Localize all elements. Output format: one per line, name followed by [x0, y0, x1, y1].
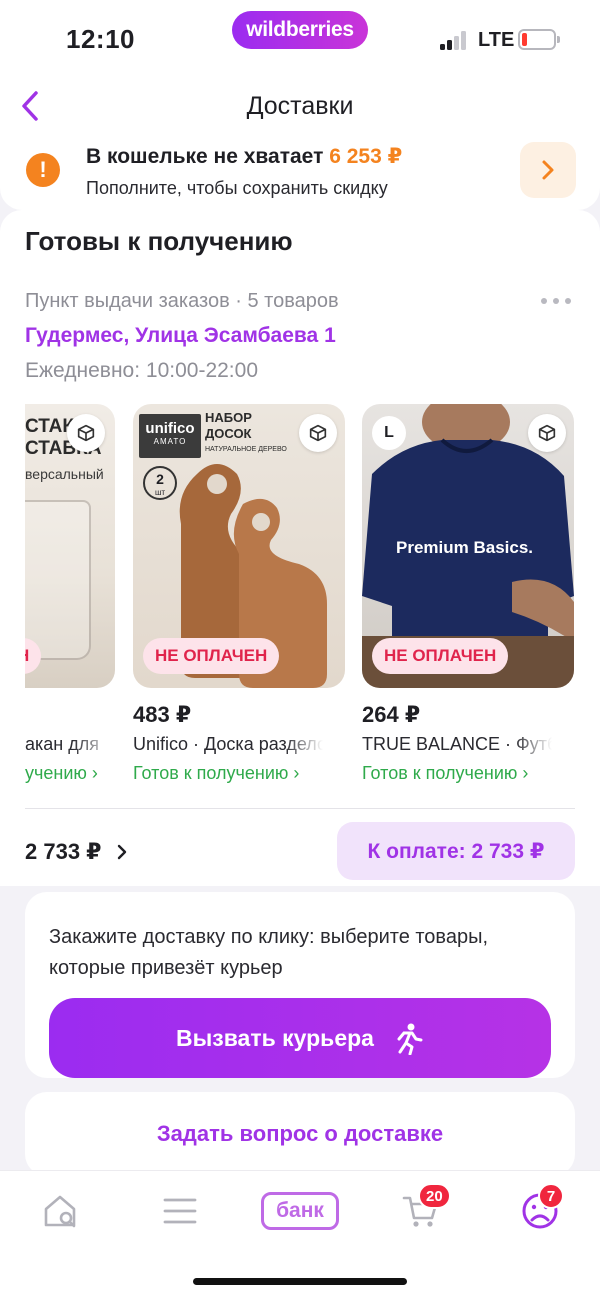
tab-bank[interactable]: банк — [260, 1187, 340, 1235]
glass-shape — [25, 500, 91, 660]
section-title: Готовы к получению — [25, 226, 293, 256]
cart-count-badge: 20 — [418, 1183, 451, 1209]
brand-logo: wildberries — [232, 11, 368, 49]
tab-catalog[interactable] — [150, 1187, 210, 1235]
menu-icon — [163, 1198, 197, 1224]
nav-bar: Доставки — [0, 80, 600, 132]
status-time: 12:10 — [66, 24, 135, 54]
box-return-icon — [77, 424, 95, 442]
return-badge[interactable] — [67, 414, 105, 452]
bank-label: банк — [261, 1192, 339, 1230]
profile-count-badge: 7 — [538, 1183, 564, 1209]
total-row[interactable]: 2 733 ₽ — [25, 839, 127, 865]
pickup-hours: Ежедневно: 10:00-22:00 — [25, 359, 258, 382]
return-badge[interactable] — [299, 414, 337, 452]
warning-icon: ! — [26, 153, 60, 187]
product-image[interactable]: СТАК СТАВКА версальный Н — [25, 404, 115, 688]
home-indicator[interactable] — [193, 1278, 407, 1285]
signal-icon — [440, 30, 470, 50]
wallet-alert-subtitle: Пополните, чтобы сохранить скидку — [86, 178, 388, 198]
tab-home[interactable] — [30, 1187, 90, 1235]
call-courier-label: Вызвать курьера — [176, 1024, 374, 1051]
home-search-icon — [44, 1195, 76, 1228]
dot-icon — [541, 298, 547, 304]
box-return-icon — [309, 424, 327, 442]
courier-card: Закажите доставку по клику: выберите тов… — [25, 892, 575, 1078]
product-image-title: Premium Basics. — [396, 538, 534, 557]
product-name: TRUE BALANCE · Футболка — [362, 734, 552, 754]
product-image[interactable]: unifico AMATO НАБОР ДОСОК НАТУРАЛЬНОЕ ДЕ… — [133, 404, 345, 688]
wallet-alert-amount: 6 253 ₽ — [329, 145, 403, 168]
image-text: версальный — [25, 466, 104, 482]
wallet-alert-title: В кошельке не хватает 6 253 ₽ — [86, 144, 402, 169]
chevron-right-icon — [542, 160, 554, 180]
battery-icon — [518, 29, 560, 50]
divider — [25, 808, 575, 809]
more-options-button[interactable] — [536, 292, 576, 310]
product-status[interactable]: Готов к получению › — [133, 763, 345, 784]
chevron-right-icon — [118, 844, 127, 860]
dot-icon — [565, 298, 571, 304]
total-amount: 2 733 ₽ — [25, 839, 102, 864]
product-card[interactable]: unifico AMATO НАБОР ДОСОК НАТУРАЛЬНОЕ ДЕ… — [133, 404, 345, 784]
product-card[interactable]: Premium Basics. L НЕ ОПЛАЧЕН 264 ₽ TRUE … — [362, 404, 574, 784]
product-name: Unifico · Доска разделочная — [133, 734, 323, 754]
return-badge[interactable] — [528, 414, 566, 452]
product-status: учению › — [25, 763, 98, 783]
tab-profile[interactable]: 7 — [510, 1183, 570, 1235]
box-return-icon — [538, 424, 556, 442]
product-price: 483 ₽ — [133, 702, 192, 727]
product-price: 264 ₽ — [362, 702, 421, 727]
network-type: LTE — [478, 29, 515, 51]
product-name: акан для — [25, 734, 99, 754]
ask-delivery-question-button[interactable]: Задать вопрос о доставке — [25, 1092, 575, 1176]
pickup-address[interactable]: Гудермес, Улица Эсамбаева 1 — [25, 324, 336, 348]
pickup-meta: Пункт выдачи заказов · 5 товаров — [25, 290, 339, 312]
size-badge: L — [372, 416, 406, 450]
unpaid-badge: НЕ ОПЛАЧЕН — [143, 638, 280, 674]
product-image[interactable]: Premium Basics. L НЕ ОПЛАЧЕН — [362, 404, 574, 688]
page-title: Доставки — [246, 92, 354, 120]
unpaid-badge: НЕ ОПЛАЧЕН — [372, 638, 509, 674]
tab-cart[interactable]: 20 — [390, 1183, 451, 1235]
wallet-topup-button[interactable] — [520, 142, 576, 198]
product-status[interactable]: Готов к получению › — [362, 763, 574, 784]
product-card[interactable]: СТАК СТАВКА версальный Н . акан для учен… — [25, 404, 115, 784]
pickup-card: Готовы к получению Пункт выдачи заказов … — [0, 210, 600, 886]
wallet-alert-text: В кошельке не хватает — [86, 145, 324, 168]
running-person-icon — [397, 1023, 423, 1055]
wallet-alert[interactable]: ! В кошельке не хватает 6 253 ₽ Пополнит… — [0, 132, 600, 210]
product-carousel[interactable]: СТАК СТАВКА версальный Н . акан для учен… — [25, 404, 600, 804]
courier-text: Закажите доставку по клику: выберите тов… — [49, 926, 489, 979]
dot-icon — [553, 298, 559, 304]
pay-button[interactable]: К оплате: 2 733 ₽ — [337, 822, 575, 880]
status-bar: 12:10 wildberries LTE — [0, 0, 600, 80]
call-courier-button[interactable]: Вызвать курьера — [49, 998, 551, 1078]
